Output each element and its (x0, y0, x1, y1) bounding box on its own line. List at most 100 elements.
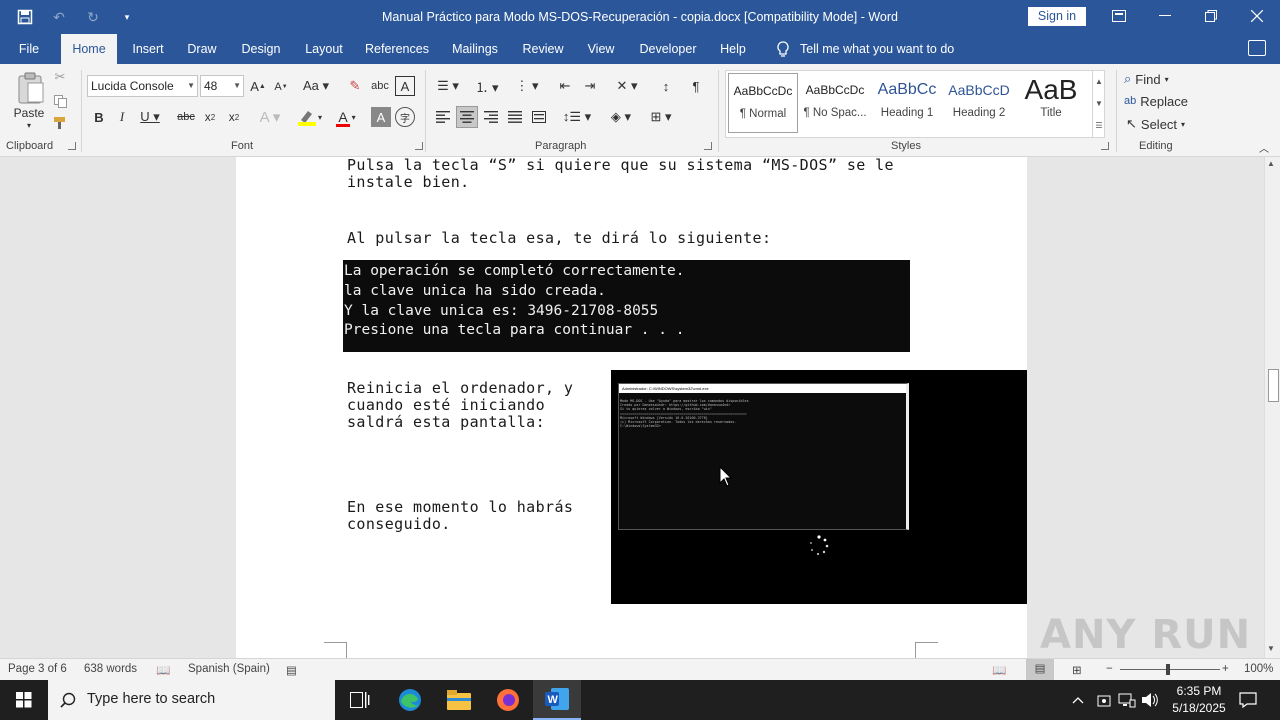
security-icon[interactable] (1092, 680, 1116, 720)
word-count[interactable]: 638 words (84, 663, 137, 675)
tab-mailings[interactable]: Mailings (446, 34, 504, 64)
restore-icon[interactable] (1188, 0, 1234, 32)
font-size-combo[interactable]: 48 ▼ (200, 75, 244, 97)
styles-scroll[interactable]: ▲ ▼ ☰ (1092, 71, 1105, 137)
zoom-slider-thumb[interactable] (1166, 664, 1170, 675)
clear-formatting-icon[interactable]: ✎ (345, 76, 365, 96)
tab-developer[interactable]: Developer (634, 34, 702, 64)
start-button[interactable] (0, 680, 48, 720)
more-styles-icon[interactable]: ☰ (1093, 115, 1105, 137)
tab-view[interactable]: View (582, 34, 620, 64)
vertical-scrollbar[interactable]: ▲ ▼ (1264, 157, 1280, 658)
style-no-spacing[interactable]: AaBbCcDc ¶ No Spac... (800, 73, 870, 133)
task-view-icon[interactable] (336, 680, 384, 720)
superscript-icon[interactable]: x2 (224, 107, 244, 127)
scroll-up-icon[interactable]: ▲ (1267, 159, 1275, 168)
font-color-icon[interactable]: A ▾ (332, 107, 362, 127)
paragraph-launcher-icon[interactable] (704, 142, 712, 150)
style-heading-1[interactable]: AaBbCc Heading 1 (872, 73, 942, 133)
character-border-icon[interactable]: A (395, 76, 415, 96)
subscript-icon[interactable]: x2 (200, 107, 220, 127)
paste-icon[interactable] (14, 70, 48, 106)
language[interactable]: Spanish (Spain) (188, 663, 270, 675)
numbering-icon[interactable]: ⒈ ▾ (470, 76, 504, 96)
zoom-level[interactable]: 100% (1244, 663, 1273, 675)
strikethrough-icon[interactable]: abc (175, 107, 197, 127)
save-icon[interactable] (14, 6, 36, 28)
customize-toolbar-icon[interactable]: ▾ (116, 6, 138, 28)
ribbon-display-options-icon[interactable] (1096, 0, 1142, 32)
macro-recording-icon[interactable]: ▤ (286, 663, 297, 677)
italic-icon[interactable]: I (113, 107, 131, 127)
tell-me-search[interactable]: Tell me what you want to do (776, 34, 954, 64)
collapse-ribbon-icon[interactable]: ︿ (1256, 140, 1272, 155)
format-painter-icon[interactable] (52, 114, 68, 132)
scroll-thumb[interactable] (1268, 369, 1279, 402)
align-left-icon[interactable] (433, 107, 453, 127)
chevron-up-icon[interactable]: ▲ (1093, 71, 1105, 93)
tab-draw[interactable]: Draw (182, 34, 222, 64)
copy-icon[interactable] (52, 92, 68, 110)
show-hidden-icons-icon[interactable] (1066, 680, 1090, 720)
replace-button[interactable]: ab Replace (1124, 92, 1194, 110)
align-right-icon[interactable] (481, 107, 501, 127)
bold-icon[interactable]: B (90, 107, 108, 127)
zoom-slider[interactable] (1120, 669, 1220, 670)
scroll-down-icon[interactable]: ▼ (1267, 644, 1275, 653)
underline-icon[interactable]: U ▾ (136, 107, 164, 127)
phonetic-guide-icon[interactable]: abc (370, 76, 390, 96)
find-button[interactable]: ⌕ Find ▾ (1124, 70, 1194, 88)
undo-icon[interactable]: ↶ (48, 6, 70, 28)
chevron-down-icon[interactable]: ▼ (1093, 93, 1105, 115)
notifications-icon[interactable] (1236, 680, 1260, 720)
enclose-characters-icon[interactable]: 字 (395, 107, 415, 127)
page-count[interactable]: Page 3 of 6 (8, 663, 67, 675)
align-center-icon[interactable] (456, 106, 478, 128)
text-effects-icon[interactable]: A ▾ (255, 107, 285, 127)
bullets-icon[interactable]: ☰ ▾ (433, 76, 463, 96)
increase-indent-icon[interactable]: ⇥ (580, 76, 600, 96)
minimize-icon[interactable] (1142, 0, 1188, 32)
tab-file[interactable]: File (10, 34, 48, 64)
comments-icon[interactable] (1248, 40, 1266, 56)
tab-design[interactable]: Design (236, 34, 286, 64)
style-heading-2[interactable]: AaBbCcD Heading 2 (944, 73, 1014, 133)
web-layout-icon[interactable]: ⊞ (1072, 663, 1082, 677)
file-explorer-icon[interactable] (435, 680, 483, 720)
font-launcher-icon[interactable] (415, 142, 423, 150)
font-name-combo[interactable]: Lucida Console ▼ (87, 75, 198, 97)
read-mode-icon[interactable]: 📖 (992, 663, 1006, 677)
sort-icon[interactable]: ↕ (656, 76, 676, 96)
style-title[interactable]: AaB Title (1016, 73, 1086, 133)
multilevel-list-icon[interactable]: ⋮ ▾ (510, 76, 544, 96)
embedded-screenshot[interactable]: Administrador: C:\WINDOWS\system32\cmd.e… (611, 370, 1027, 604)
tab-review[interactable]: Review (518, 34, 568, 64)
edge-icon[interactable] (386, 680, 434, 720)
cut-icon[interactable]: ✂ (52, 68, 68, 86)
highlight-color-icon[interactable]: ▾ (292, 107, 326, 127)
select-button[interactable]: ↖ Select ▾ (1126, 115, 1196, 133)
proofing-icon[interactable]: 📖 (156, 663, 170, 677)
system-clock[interactable]: 6:35 PM 5/18/2025 (1164, 683, 1234, 717)
borders-icon[interactable]: ⊞ ▾ (644, 107, 678, 127)
redo-icon[interactable]: ↻ (82, 6, 104, 28)
justify-icon[interactable] (505, 107, 525, 127)
paste-dropdown-icon[interactable]: ▾ (24, 120, 34, 130)
line-spacing-icon[interactable]: ↕☰ ▾ (560, 107, 594, 127)
word-taskbar-icon[interactable]: W (533, 680, 581, 720)
print-layout-icon[interactable]: ▤ (1026, 659, 1054, 680)
style-normal[interactable]: AaBbCcDc ¶ Normal (728, 73, 798, 133)
decrease-indent-icon[interactable]: ⇤ (555, 76, 575, 96)
tab-insert[interactable]: Insert (127, 34, 169, 64)
show-formatting-marks-icon[interactable]: ¶ (686, 76, 706, 96)
tab-help[interactable]: Help (714, 34, 752, 64)
shrink-font-icon[interactable]: A ▼ (272, 78, 290, 96)
firefox-icon[interactable] (484, 680, 532, 720)
change-case-icon[interactable]: Aa ▾ (301, 76, 331, 96)
volume-icon[interactable] (1138, 680, 1162, 720)
paste-label[interactable]: Paste (10, 106, 48, 120)
zoom-in-icon[interactable]: + (1222, 663, 1229, 675)
tab-layout[interactable]: Layout (300, 34, 348, 64)
sign-in-button[interactable]: Sign in (1028, 7, 1086, 26)
asian-layout-icon[interactable]: ✕ ▾ (610, 76, 644, 96)
